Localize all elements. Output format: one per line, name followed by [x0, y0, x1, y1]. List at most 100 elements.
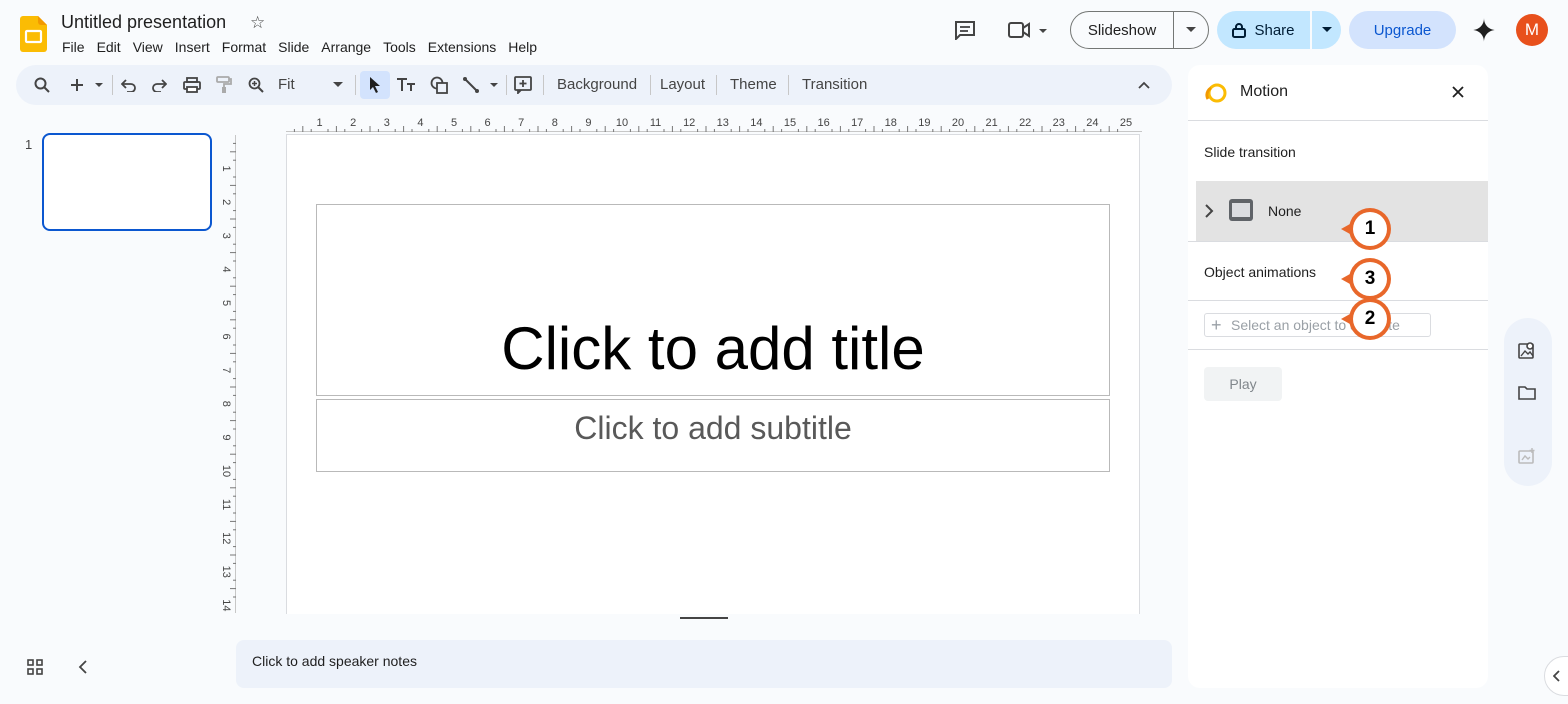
menu-help[interactable]: Help	[502, 38, 543, 56]
title-placeholder-text: Click to add title	[501, 315, 925, 382]
horizontal-ruler[interactable]: 1 2 3 4 5 6 7 8 9 10 11 12 13 14 15 16 17 18 19 20 21 22 23 24 2…	[286, 114, 1142, 132]
callout-number: 2	[1353, 302, 1387, 336]
ruler-tick-label: 20	[952, 117, 964, 129]
ruler-tick-label: 3	[220, 233, 232, 239]
transition-button[interactable]: Transition	[802, 65, 867, 105]
slideshow-dropdown-icon[interactable]	[1174, 12, 1208, 48]
slide-thumbnail[interactable]	[42, 133, 212, 231]
notes-resize-handle[interactable]	[680, 617, 728, 619]
ruler-tick-label: 12	[220, 532, 232, 544]
meet-icon[interactable]	[1006, 19, 1050, 41]
close-icon[interactable]	[1452, 85, 1464, 103]
slides-logo-icon[interactable]	[20, 16, 47, 52]
callout-badge-1: 1	[1341, 208, 1391, 250]
callout-badge-3: 3	[1341, 258, 1391, 300]
ruler-tick-label: 21	[985, 117, 997, 129]
slide-transition-label: Slide transition	[1204, 144, 1296, 160]
title-placeholder[interactable]: Click to add title	[316, 204, 1110, 396]
ruler-tick-label: 16	[817, 117, 829, 129]
menu-extensions[interactable]: Extensions	[422, 38, 502, 56]
plus-icon: +	[1211, 315, 1222, 335]
insert-comment-icon[interactable]	[511, 65, 535, 105]
redo-icon[interactable]	[147, 65, 171, 105]
ruler-tick-label: 3	[384, 117, 390, 129]
ruler-tick-label: 2	[220, 199, 232, 205]
menu-tools[interactable]: Tools	[377, 38, 422, 56]
slideshow-group: Slideshow	[1070, 11, 1209, 49]
callout-number: 1	[1353, 212, 1387, 246]
zoom-dropdown-icon[interactable]	[330, 65, 346, 105]
ruler-tick-label: 9	[585, 117, 591, 129]
menu-slide[interactable]: Slide	[272, 38, 315, 56]
print-icon[interactable]	[180, 65, 204, 105]
ruler-tick-label: 24	[1086, 117, 1098, 129]
show-side-panel-icon[interactable]	[1544, 656, 1568, 696]
ruler-tick-label: 8	[552, 117, 558, 129]
document-title[interactable]: Untitled presentation	[61, 12, 226, 33]
theme-button[interactable]: Theme	[730, 65, 777, 105]
menu-file[interactable]: File	[56, 38, 91, 56]
ruler-tick-label: 13	[717, 117, 729, 129]
share-button[interactable]: Share	[1217, 11, 1310, 49]
generate-slide-icon[interactable]	[1517, 447, 1537, 470]
subtitle-placeholder[interactable]: Click to add subtitle	[316, 399, 1110, 472]
avatar[interactable]: M	[1516, 14, 1548, 46]
motion-panel: Motion Slide transition None Object anim…	[1188, 65, 1488, 688]
paint-format-icon[interactable]	[212, 65, 236, 105]
comments-icon[interactable]	[953, 19, 977, 41]
undo-icon[interactable]	[117, 65, 141, 105]
text-box-icon[interactable]	[394, 65, 418, 105]
menu-format[interactable]: Format	[216, 38, 272, 56]
select-cursor-icon[interactable]	[363, 65, 387, 105]
share-label: Share	[1254, 21, 1295, 39]
chevron-right-icon[interactable]	[1204, 203, 1214, 224]
menu-bar: File Edit View Insert Format Slide Arran…	[62, 38, 549, 56]
ruler-tick-label: 8	[220, 401, 232, 407]
background-button[interactable]: Background	[557, 65, 637, 105]
ruler-tick-label: 15	[784, 117, 796, 129]
add-animation-button[interactable]: + Select an object to animate	[1204, 313, 1431, 337]
search-menus-icon[interactable]	[30, 65, 54, 105]
object-animations-label: Object animations	[1204, 264, 1317, 280]
ruler-tick-label: 23	[1053, 117, 1065, 129]
slideshow-button[interactable]: Slideshow	[1071, 12, 1174, 48]
transition-value: None	[1268, 203, 1302, 219]
panel-title: Motion	[1240, 83, 1289, 100]
zoom-icon[interactable]	[244, 65, 268, 105]
ruler-tick-label: 14	[220, 599, 232, 611]
upgrade-button[interactable]: Upgrade	[1349, 11, 1456, 49]
lock-icon	[1232, 23, 1247, 38]
ruler-tick-label: 12	[683, 117, 695, 129]
new-slide-icon[interactable]	[66, 65, 106, 105]
vertical-ruler[interactable]: 1234567891011121314	[218, 135, 236, 613]
menu-arrange[interactable]: Arrange	[315, 38, 377, 56]
speaker-notes[interactable]: Click to add speaker notes	[236, 640, 1172, 688]
ruler-tick-label: 17	[851, 117, 863, 129]
collapse-toolbar-icon[interactable]	[1132, 65, 1156, 105]
share-dropdown-icon[interactable]	[1312, 11, 1341, 49]
layout-button[interactable]: Layout	[660, 65, 705, 105]
ruler-tick-label: 22	[1019, 117, 1031, 129]
line-icon[interactable]	[460, 65, 500, 105]
toolbar: Fit Background Layout Theme Transition	[16, 65, 1172, 105]
menu-edit[interactable]: Edit	[91, 38, 127, 56]
play-button[interactable]: Play	[1204, 367, 1282, 401]
collapse-filmstrip-icon[interactable]	[77, 659, 89, 680]
subtitle-placeholder-text: Click to add subtitle	[574, 410, 852, 446]
shape-icon[interactable]	[427, 65, 451, 105]
menu-view[interactable]: View	[127, 38, 169, 56]
ruler-tick-label: 13	[220, 566, 232, 578]
callout-number: 3	[1353, 262, 1387, 296]
ruler-tick-label: 2	[350, 117, 356, 129]
grid-view-icon[interactable]	[26, 658, 44, 681]
star-icon[interactable]: ☆	[250, 13, 265, 33]
motion-icon	[1204, 82, 1228, 111]
ruler-tick-label: 9	[220, 434, 232, 440]
folder-icon[interactable]	[1517, 384, 1537, 407]
ruler-tick-label: 1	[317, 117, 323, 129]
zoom-select[interactable]: Fit	[278, 65, 295, 105]
ruler-tick-label: 4	[417, 117, 423, 129]
image-search-icon[interactable]	[1517, 340, 1537, 365]
menu-insert[interactable]: Insert	[169, 38, 216, 56]
gemini-icon[interactable]	[1472, 18, 1496, 47]
